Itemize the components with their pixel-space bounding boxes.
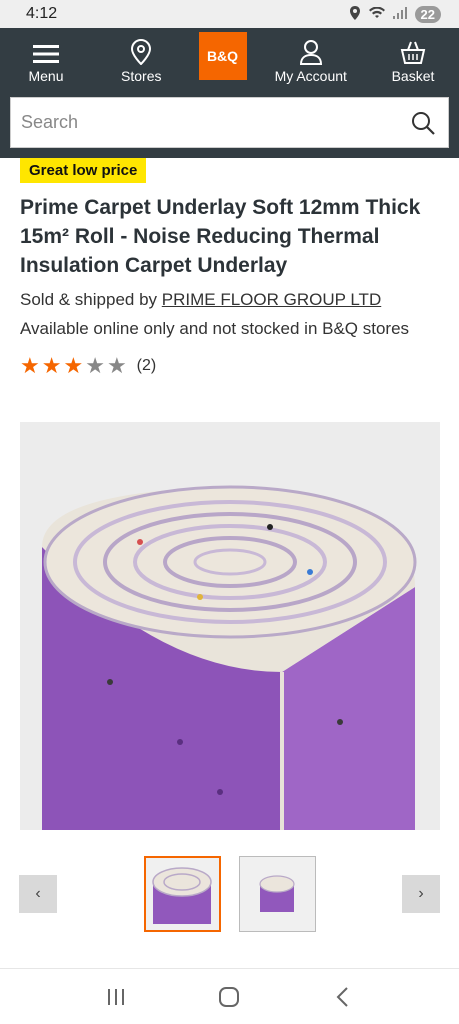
stores-label: Stores [121,68,162,84]
user-icon [299,40,322,65]
star-icon: ★ [106,353,127,378]
seller-link[interactable]: PRIME FLOOR GROUP LTD [162,290,381,309]
search-icon[interactable] [410,110,436,136]
next-image-button[interactable]: › [402,875,440,913]
recent-apps-icon[interactable] [105,986,127,1008]
thumbnail-group [143,856,316,932]
android-nav-bar [0,968,459,1024]
notification-badge: 22 [414,5,441,23]
status-icons: 22 [349,5,441,23]
home-icon[interactable] [217,985,241,1009]
thumbnail-1[interactable] [143,856,221,932]
star-icon: ★ [85,353,105,378]
basket-icon [400,41,426,64]
account-label: My Account [274,68,347,84]
wifi-icon [368,6,385,22]
status-bar: 4:12 22 [0,0,459,28]
my-account-button[interactable]: My Account [266,39,356,84]
underlay-roll-thumb [152,867,212,924]
star-icon: ★ [41,353,62,378]
map-pin-icon [131,39,152,65]
signal-icon [392,6,407,22]
prev-image-button[interactable]: ‹ [19,875,57,913]
review-count[interactable]: (2) [137,357,157,375]
hamburger-icon [33,45,59,63]
basket-label: Basket [391,68,435,84]
menu-button[interactable]: Menu [8,43,84,84]
availability-text: Available online only and not stocked in… [20,319,410,338]
back-icon[interactable] [332,986,354,1008]
location-icon [349,5,361,23]
underlay-roll-thumb [259,875,295,912]
search-input[interactable] [21,112,381,133]
menu-label: Menu [28,68,64,84]
search-box [10,97,449,148]
seller-line: Sold & shipped by PRIME FLOOR GROUP LTD [20,286,439,314]
status-time: 4:12 [26,5,58,22]
thumbnail-2[interactable] [238,856,316,932]
star-rating[interactable]: ★ ★ ★ ★ ★ (2) [20,353,439,379]
thumbnail-strip: ‹ › [19,855,440,933]
star-icon: ★ [20,353,40,378]
product-title: Prime Carpet Underlay Soft 12mm Thick 15… [20,196,421,277]
star-icon: ★ [63,353,84,378]
stores-button[interactable]: Stores [103,39,179,84]
product-info: Great low price Prime Carpet Underlay So… [0,158,459,379]
product-main-image[interactable] [19,422,440,830]
basket-button[interactable]: Basket [375,39,451,84]
bq-logo[interactable]: B&Q [198,32,247,80]
underlay-roll-image [19,422,440,830]
sold-prefix: Sold & shipped by [20,290,162,309]
price-badge: Great low price [20,158,147,183]
search-bar [0,95,459,158]
site-header: Menu Stores B&Q My Account Basket [0,28,459,95]
